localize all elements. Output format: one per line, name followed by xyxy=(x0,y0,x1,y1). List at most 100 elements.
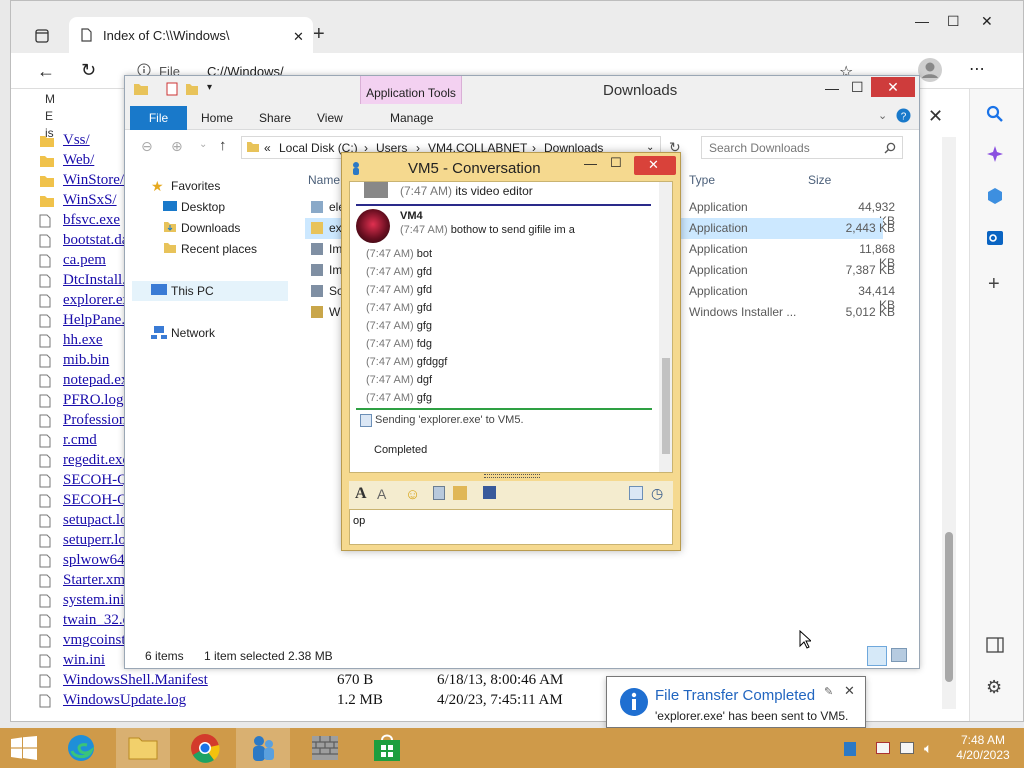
up-icon[interactable]: ↑ xyxy=(219,137,227,154)
listing-link[interactable]: mib.bin xyxy=(63,352,109,369)
search-downloads-input[interactable]: Search Downloads xyxy=(701,136,903,159)
large-icons-view-icon[interactable] xyxy=(891,648,907,662)
minimize-icon[interactable]: — xyxy=(915,13,929,29)
profile-avatar[interactable] xyxy=(917,57,943,83)
browser-tab[interactable]: Index of C:\\Windows\ ✕ xyxy=(69,17,313,53)
listing-link[interactable]: WinSxS/ xyxy=(63,192,117,209)
taskbar-firewall[interactable] xyxy=(298,728,352,768)
breadcrumb-overflow[interactable]: « xyxy=(264,141,271,155)
nav-downloads[interactable]: Downloads xyxy=(181,221,240,235)
taskbar-edge[interactable] xyxy=(54,728,108,768)
tray-volume-icon[interactable]: 🔈︎ xyxy=(924,740,932,757)
nav-this-pc[interactable]: This PC xyxy=(171,284,214,298)
new-folder-icon[interactable] xyxy=(185,82,199,96)
quick-access-dropdown-icon[interactable]: ▾ xyxy=(207,82,212,93)
close-icon[interactable]: ✕ xyxy=(981,13,993,30)
text-style-icon[interactable]: A xyxy=(377,486,386,502)
copilot-icon[interactable] xyxy=(986,145,1004,163)
scrollbar-thumb[interactable] xyxy=(945,532,953,682)
nav-back-icon[interactable]: ⊖ xyxy=(141,138,153,155)
close-panel-icon[interactable]: ✕ xyxy=(928,106,943,127)
tray-network-icon[interactable] xyxy=(900,742,914,754)
taskbar-explorer[interactable] xyxy=(116,728,170,768)
listing-link[interactable]: ca.pem xyxy=(63,252,106,269)
office-icon[interactable] xyxy=(986,187,1004,205)
file-icon xyxy=(39,254,53,268)
nav-network[interactable]: Network xyxy=(171,326,215,340)
listing-link[interactable]: regedit.exe xyxy=(63,452,129,469)
history-clock-icon[interactable]: ◷ xyxy=(651,485,663,502)
tab-close-icon[interactable]: ✕ xyxy=(293,29,304,45)
search-icon[interactable] xyxy=(986,105,1004,123)
tab-home[interactable]: Home xyxy=(201,111,233,125)
font-icon[interactable]: A xyxy=(355,485,367,503)
maximize-icon[interactable]: ☐ xyxy=(947,13,960,30)
listing-link[interactable]: Vss/ xyxy=(63,132,90,149)
tray-action-center-icon[interactable] xyxy=(876,742,890,754)
column-size[interactable]: Size xyxy=(808,173,831,187)
listing-link[interactable]: system.ini xyxy=(63,592,124,609)
pane-splitter[interactable] xyxy=(484,474,540,478)
listing-link[interactable]: bfsvc.exe xyxy=(63,212,120,229)
tab-manage[interactable]: Manage xyxy=(390,111,433,125)
message-input[interactable]: op xyxy=(349,509,673,545)
nav-desktop[interactable]: Desktop xyxy=(181,200,225,214)
nav-recent-places[interactable]: Recent places xyxy=(181,242,257,256)
help-icon[interactable]: ? xyxy=(896,108,911,123)
tab-file[interactable]: File xyxy=(130,106,187,130)
notification-close-icon[interactable]: ✕ xyxy=(844,683,855,699)
nav-forward-icon[interactable]: ⊕ xyxy=(171,138,183,155)
tab-actions-icon[interactable] xyxy=(35,29,49,43)
file-transfer-notification[interactable]: File Transfer Completed 'explorer.exe' h… xyxy=(606,676,866,728)
listing-link[interactable]: win.ini xyxy=(63,652,105,669)
listing-link[interactable]: setuperr.log xyxy=(63,532,133,549)
conv-maximize-icon[interactable]: ☐ xyxy=(610,155,622,171)
listing-link[interactable]: WindowsShell.Manifest xyxy=(63,672,208,689)
column-name[interactable]: Name xyxy=(308,173,340,187)
listing-link[interactable]: bootstat.dat xyxy=(63,232,133,249)
browser-scrollbar[interactable] xyxy=(942,137,956,709)
history-scroll-thumb[interactable] xyxy=(662,358,670,454)
conv-minimize-icon[interactable]: — xyxy=(584,156,597,171)
listing-link[interactable]: r.cmd xyxy=(63,432,97,449)
emoticon-icon[interactable]: ☺ xyxy=(405,486,420,503)
settings-gear-icon[interactable]: ⚙ xyxy=(986,677,1002,698)
tab-view[interactable]: View xyxy=(317,111,343,125)
properties-icon[interactable] xyxy=(165,82,179,96)
history-scrollbar[interactable] xyxy=(659,182,672,472)
save-icon[interactable] xyxy=(483,486,496,499)
recent-locations-icon[interactable]: ⌄ xyxy=(199,139,207,150)
taskbar-store[interactable] xyxy=(360,728,414,768)
add-sidebar-icon[interactable]: + xyxy=(988,273,1000,296)
ribbon-expand-icon[interactable]: ⌄ xyxy=(878,109,887,122)
conv-close-button[interactable]: ✕ xyxy=(634,156,676,175)
nav-favorites[interactable]: Favorites xyxy=(171,179,220,193)
listing-link[interactable]: WindowsUpdate.log xyxy=(63,692,186,709)
taskbar-messenger[interactable] xyxy=(236,728,290,768)
listing-link[interactable]: Web/ xyxy=(63,152,94,169)
copy-history-icon[interactable] xyxy=(629,486,643,500)
taskbar-clock[interactable]: 7:48 AM 4/20/2023 xyxy=(948,733,1018,763)
listing-link[interactable]: PFRO.log xyxy=(63,392,123,409)
refresh-icon[interactable]: ↻ xyxy=(81,60,96,81)
notification-options-icon[interactable]: ✎ xyxy=(824,685,833,698)
outlook-icon[interactable] xyxy=(986,229,1004,247)
new-tab-icon[interactable]: + xyxy=(313,23,325,46)
start-button[interactable] xyxy=(0,728,54,768)
tab-share[interactable]: Share xyxy=(259,111,291,125)
more-icon[interactable]: ⋯ xyxy=(969,59,985,79)
back-icon[interactable]: ← xyxy=(37,61,55,82)
column-type[interactable]: Type xyxy=(689,173,715,187)
explorer-maximize-icon[interactable]: ☐ xyxy=(851,79,864,96)
listing-link[interactable]: WinStore/ xyxy=(63,172,124,189)
listing-link[interactable]: hh.exe xyxy=(63,332,103,349)
taskbar-chrome[interactable] xyxy=(178,728,232,768)
tray-messenger-icon[interactable] xyxy=(844,742,856,756)
send-file-icon[interactable] xyxy=(453,486,467,500)
sidebar-collapse-icon[interactable] xyxy=(986,637,1004,653)
details-view-icon[interactable] xyxy=(867,646,887,666)
explorer-minimize-icon[interactable]: — xyxy=(825,80,839,96)
nudge-icon[interactable] xyxy=(433,486,445,500)
explorer-close-icon[interactable]: ✕ xyxy=(871,77,915,97)
listing-link[interactable]: Starter.xml xyxy=(63,572,129,589)
